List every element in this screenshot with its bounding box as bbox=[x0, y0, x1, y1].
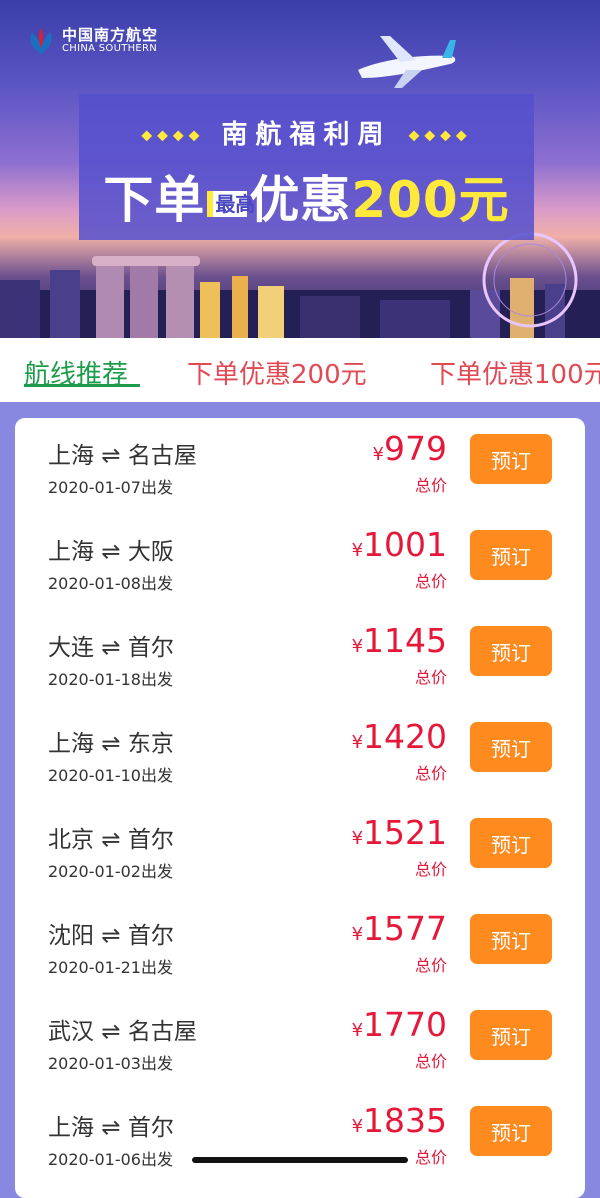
tab-discount-200[interactable]: 下单优惠200元 bbox=[187, 354, 367, 391]
price-value: 1420 bbox=[363, 717, 447, 756]
price-value: 1145 bbox=[363, 621, 447, 660]
book-button[interactable]: 预订 bbox=[470, 434, 552, 484]
flight-list: 上海 ⇌ 名古屋 2020-01-07出发 ¥979 总价 预订 上海 ⇌ 大阪… bbox=[15, 418, 585, 1198]
flight-price: ¥1835 bbox=[352, 1101, 447, 1140]
flight-price: ¥1521 bbox=[352, 813, 447, 852]
total-label: 总价 bbox=[414, 956, 447, 975]
flight-row[interactable]: 北京 ⇌ 首尔 2020-01-02出发 ¥1521 总价 预订 bbox=[15, 802, 585, 898]
currency-symbol: ¥ bbox=[351, 732, 364, 753]
total-label: 总价 bbox=[414, 860, 447, 879]
currency-symbol: ¥ bbox=[351, 540, 364, 561]
book-button[interactable]: 预订 bbox=[470, 1010, 552, 1060]
flight-row[interactable]: 沈阳 ⇌ 首尔 2020-01-21出发 ¥1577 总价 预订 bbox=[15, 898, 585, 994]
flight-route: 北京 ⇌ 首尔 bbox=[48, 827, 174, 853]
flight-route: 大连 ⇌ 首尔 bbox=[48, 635, 174, 661]
total-label: 总价 bbox=[414, 1148, 447, 1167]
flight-route: 上海 ⇌ 东京 bbox=[48, 731, 174, 757]
flight-date: 2020-01-10出发 bbox=[48, 766, 173, 785]
brand-name-en: CHINA SOUTHERN bbox=[62, 42, 158, 54]
price-value: 1577 bbox=[363, 909, 447, 948]
flight-date: 2020-01-02出发 bbox=[48, 862, 173, 881]
total-label: 总价 bbox=[414, 572, 447, 591]
flight-row[interactable]: 武汉 ⇌ 名古屋 2020-01-03出发 ¥1770 总价 预订 bbox=[15, 994, 585, 1090]
currency-symbol: ¥ bbox=[351, 636, 364, 657]
currency-symbol: ¥ bbox=[351, 924, 364, 945]
currency-symbol: ¥ bbox=[351, 1020, 364, 1041]
flight-route: 上海 ⇌ 首尔 bbox=[48, 1115, 174, 1141]
flight-price: ¥1145 bbox=[352, 621, 447, 660]
flight-date: 2020-01-07出发 bbox=[48, 478, 173, 497]
flight-route: 沈阳 ⇌ 首尔 bbox=[48, 923, 174, 949]
price-value: 979 bbox=[384, 429, 447, 468]
promo-main-prefix: 下单 bbox=[103, 171, 206, 229]
price-value: 1835 bbox=[363, 1101, 447, 1140]
currency-symbol: ¥ bbox=[372, 444, 384, 465]
flight-row[interactable]: 上海 ⇌ 东京 2020-01-10出发 ¥1420 总价 预订 bbox=[15, 706, 585, 802]
brand-name-cn: 中国南方航空 bbox=[62, 25, 159, 44]
promo-banner[interactable]: 中国南方航空 CHINA SOUTHERN ◆◆◆◆ 南航福利周 ◆◆◆◆ 下单… bbox=[0, 0, 600, 338]
flight-date: 2020-01-08出发 bbox=[48, 574, 173, 593]
book-button[interactable]: 预订 bbox=[470, 1106, 552, 1156]
airline-logo: 中国南方航空 CHINA SOUTHERN bbox=[24, 26, 158, 56]
flight-route: 上海 ⇌ 大阪 bbox=[48, 539, 174, 565]
promo-main-word: 优惠 bbox=[249, 171, 352, 229]
book-button[interactable]: 预订 bbox=[470, 626, 552, 676]
flight-route: 上海 ⇌ 名古屋 bbox=[48, 443, 197, 469]
promo-box: ◆◆◆◆ 南航福利周 ◆◆◆◆ 下单 最高优惠200元 bbox=[79, 94, 534, 240]
home-indicator[interactable] bbox=[192, 1157, 408, 1163]
flight-price: ¥1001 bbox=[352, 525, 447, 564]
book-button[interactable]: 预订 bbox=[470, 530, 552, 580]
diamond-decor-icon: ◆◆◆◆ bbox=[141, 127, 205, 144]
flight-route: 武汉 ⇌ 名古屋 bbox=[48, 1019, 197, 1045]
price-value: 1521 bbox=[363, 813, 447, 852]
flight-date: 2020-01-21出发 bbox=[48, 958, 173, 977]
flight-date: 2020-01-03出发 bbox=[48, 1054, 173, 1073]
active-tab-indicator bbox=[24, 384, 140, 387]
currency-symbol: ¥ bbox=[351, 828, 364, 849]
airplane-illustration bbox=[358, 36, 456, 88]
currency-symbol: ¥ bbox=[351, 1116, 364, 1137]
diamond-decor-icon: ◆◆◆◆ bbox=[408, 127, 472, 144]
book-button[interactable]: 预订 bbox=[470, 818, 552, 868]
flight-row[interactable]: 上海 ⇌ 名古屋 2020-01-07出发 ¥979 总价 预订 bbox=[15, 418, 585, 514]
book-button[interactable]: 预订 bbox=[470, 722, 552, 772]
flight-price: ¥1577 bbox=[352, 909, 447, 948]
flight-row[interactable]: 大连 ⇌ 首尔 2020-01-18出发 ¥1145 总价 预订 bbox=[15, 610, 585, 706]
book-button[interactable]: 预订 bbox=[470, 914, 552, 964]
promo-main-amount: 200元 bbox=[351, 171, 510, 229]
price-value: 1770 bbox=[363, 1005, 447, 1044]
flight-date: 2020-01-18出发 bbox=[48, 670, 173, 689]
total-label: 总价 bbox=[414, 476, 447, 495]
price-value: 1001 bbox=[363, 525, 447, 564]
flight-date: 2020-01-06出发 bbox=[48, 1150, 173, 1169]
tab-bar: 航线推荐 下单优惠200元 下单优惠100元 bbox=[0, 338, 600, 402]
promo-tag: 最高 bbox=[207, 190, 255, 217]
total-label: 总价 bbox=[414, 668, 447, 687]
flight-row[interactable]: 上海 ⇌ 首尔 2020-01-06出发 ¥1835 总价 预订 bbox=[15, 1090, 585, 1186]
flight-price: ¥1770 bbox=[352, 1005, 447, 1044]
kapok-flower-icon bbox=[30, 28, 52, 54]
tab-discount-100[interactable]: 下单优惠100元 bbox=[430, 354, 600, 391]
promo-subtitle: 南航福利周 bbox=[221, 120, 392, 150]
promo-headline: 下单 最高优惠200元 bbox=[79, 160, 534, 232]
total-label: 总价 bbox=[414, 764, 447, 783]
flight-price: ¥979 bbox=[373, 429, 447, 468]
flight-price: ¥1420 bbox=[352, 717, 447, 756]
flight-row[interactable]: 上海 ⇌ 大阪 2020-01-08出发 ¥1001 总价 预订 bbox=[15, 514, 585, 610]
total-label: 总价 bbox=[414, 1052, 447, 1071]
